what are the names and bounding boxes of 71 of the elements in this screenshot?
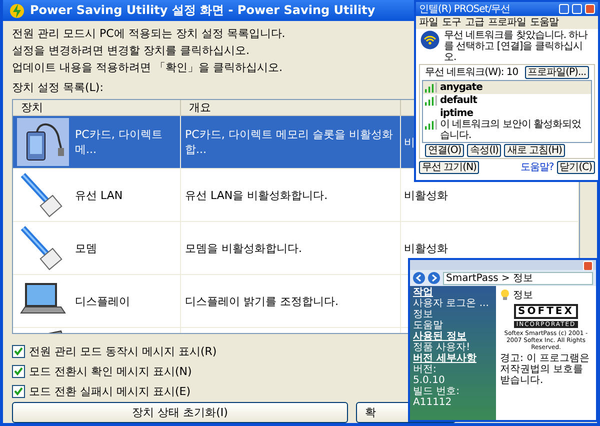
- sidebar-heading: 버전 세부사항: [413, 353, 478, 364]
- signal-icon: [425, 119, 437, 130]
- table-cell: 비: [404, 134, 415, 150]
- network-item[interactable]: anygate: [423, 81, 591, 94]
- checkbox[interactable]: [12, 364, 25, 378]
- sidebar-item[interactable]: 5.0.10: [413, 375, 493, 386]
- table-cell: 유선 LAN: [75, 188, 123, 202]
- dropdown[interactable]: 무선 끄기(N): [419, 160, 480, 174]
- table-cell: 모뎀: [75, 240, 97, 256]
- intro-text: 전원 관리 모드시 PC에 적용되는 장치 설정 목록입니다.: [12, 26, 286, 42]
- network-name: iptime: [440, 108, 474, 119]
- table-cell-text: PC카드, 다이렉트 메...: [75, 127, 164, 157]
- network-name: anygate: [440, 82, 482, 93]
- menu-item[interactable]: 도구: [442, 16, 461, 29]
- button[interactable]: 속성(I): [467, 144, 502, 157]
- sidebar-item[interactable]: 버전:: [413, 364, 493, 375]
- menu-item[interactable]: 고급: [465, 16, 484, 29]
- forward-icon: [428, 272, 440, 284]
- checkbox-label: 전원 관리 모드 동작시 메시지 표시(R): [29, 344, 217, 358]
- card-device-icon: [17, 118, 69, 166]
- menu-item[interactable]: 도움말: [530, 16, 558, 29]
- sidebar-item[interactable]: 사용자 로그온 ...: [413, 298, 493, 309]
- notice-text: 경고: 이 프로그램은 저작권법의 보호를 받습니다.: [500, 353, 591, 386]
- signal-icon: [425, 95, 437, 106]
- wifi-icon: [420, 30, 440, 50]
- section-heading: 정보: [513, 289, 533, 302]
- table-cell-text: PC카드, 다이렉트 메모리 슬롯을 비활성화합...: [185, 127, 394, 157]
- sidebar-item[interactable]: 정품 사용자!: [413, 342, 493, 353]
- table-cell: 비활성화: [404, 240, 448, 256]
- sidebar-item[interactable]: 도움말: [413, 320, 493, 331]
- column-header[interactable]: 개요: [181, 100, 401, 115]
- sidebar-item[interactable]: 빌드 번호:: [413, 386, 493, 397]
- lightbulb-icon: [500, 289, 510, 301]
- close-button[interactable]: [585, 4, 595, 14]
- sidebar-item[interactable]: 정보: [413, 309, 493, 320]
- checkbox-label: 모드 전환 실패시 메시지 표시(E): [29, 384, 191, 398]
- button[interactable]: 연결(O): [425, 144, 464, 157]
- table-cell: 모뎀을 비활성화합니다.: [185, 240, 302, 256]
- menu-item[interactable]: 파일: [419, 16, 438, 29]
- network-name: default: [440, 95, 477, 106]
- back-icon: [413, 272, 425, 284]
- profiles-button[interactable]: 프로파일(P)...: [524, 66, 589, 79]
- logo-text: SOFTEX: [514, 304, 578, 319]
- address-bar[interactable]: SmartPass > 정보: [443, 272, 593, 284]
- close-button[interactable]: [583, 261, 593, 271]
- button[interactable]: 장치 상태 초기화(I): [12, 402, 348, 423]
- close-button[interactable]: 닫기(C): [556, 160, 595, 174]
- lightning-icon: [9, 2, 25, 18]
- minimize-button[interactable]: [559, 4, 569, 14]
- checkbox-label: 모드 전환시 확인 메시지 표시(N): [29, 364, 192, 378]
- column-header[interactable]: 장치: [13, 100, 181, 115]
- intro-text: 설정을 변경하려면 변경할 장치를 클릭하십시오.: [12, 43, 250, 59]
- button[interactable]: 새로 고침(H): [504, 144, 565, 157]
- sidebar-heading: 작업: [413, 287, 434, 298]
- window-title: 인텔(R) PROSet/무선: [419, 3, 510, 16]
- message-text: 무선 네트워크를 찾았습니다. 하나를 선택하고 [연결]을 클릭하십시오.: [444, 30, 589, 63]
- checkbox[interactable]: [12, 384, 25, 398]
- network-item[interactable]: default: [423, 94, 591, 107]
- table-cell: 디스플레이 밝기를 조정합니다.: [185, 294, 338, 308]
- sidebar-heading: 사용된 정보: [413, 331, 468, 342]
- menu-item[interactable]: 프로파일: [488, 16, 526, 29]
- table-cell: 디스플레이: [75, 294, 130, 308]
- intro-text: 업데이트 내용을 적용하려면 「확인」을 클릭하십시오.: [12, 60, 282, 76]
- maximize-button[interactable]: [572, 4, 582, 14]
- group-label: 무선 네트워크(W): 10: [425, 67, 518, 78]
- window-title: Power Saving Utility 설정 화면 - Power Saving Utility: [30, 2, 376, 19]
- signal-icon: [425, 82, 437, 93]
- table-cell: 유선 LAN을 비활성화합니다.: [185, 188, 328, 202]
- list-label: 장치 설정 목록(L):: [12, 80, 104, 95]
- table-cell: 비활성화: [404, 188, 448, 202]
- checkbox[interactable]: [12, 344, 25, 358]
